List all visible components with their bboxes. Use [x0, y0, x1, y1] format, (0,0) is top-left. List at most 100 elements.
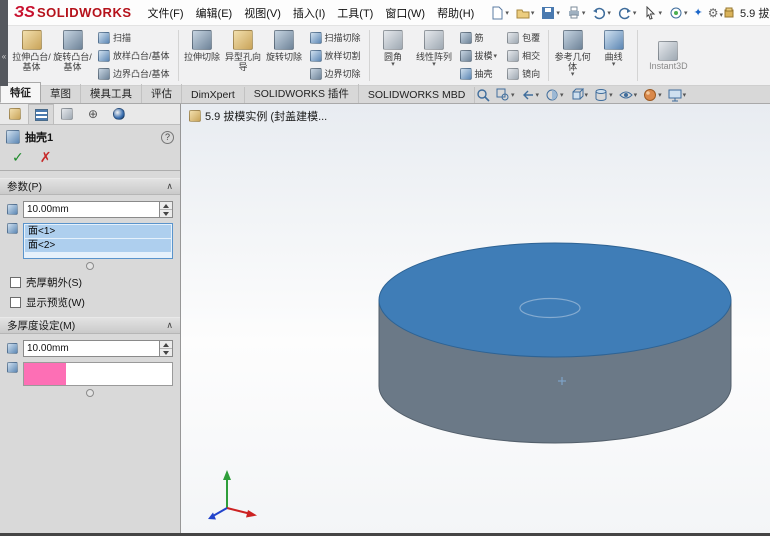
open-document-button[interactable] — [516, 6, 535, 20]
fillet-icon — [383, 30, 404, 50]
menu-insert[interactable]: 插入(I) — [287, 0, 331, 26]
show-preview-row[interactable]: 显示预览(W) — [10, 295, 170, 310]
thickness-step-down[interactable] — [160, 210, 172, 217]
cancel-button[interactable]: ✗ — [40, 149, 52, 166]
menu-window[interactable]: 窗口(W) — [379, 0, 431, 26]
intersect-button[interactable]: 相交 — [504, 47, 543, 65]
zoom-fit-icon[interactable] — [476, 88, 490, 102]
multi-thickness-section-label: 多厚度设定(M) — [7, 320, 76, 332]
view-orientation-icon[interactable] — [570, 88, 589, 102]
display-manager-tab[interactable] — [106, 104, 132, 124]
faces-selection-list[interactable]: 面<1> 面<2> — [23, 223, 173, 259]
modify-tools-stack: 包覆 相交 镜向 — [502, 26, 545, 85]
section-view-icon[interactable] — [545, 88, 564, 102]
rib-icon — [459, 31, 472, 44]
print-button[interactable] — [567, 6, 586, 20]
help-icon[interactable]: ? — [161, 130, 174, 144]
tab-evaluate[interactable]: 评估 — [142, 84, 182, 103]
boundary-boss-label: 边界凸台/基体 — [113, 69, 170, 79]
feature-manager-tab[interactable] — [2, 104, 28, 124]
zoom-area-icon[interactable] — [496, 88, 515, 102]
configuration-manager-tab[interactable] — [54, 104, 80, 124]
shell-outward-checkbox[interactable] — [10, 277, 21, 288]
boundary-boss-button[interactable]: 边界凸台/基体 — [95, 65, 173, 83]
dimxpert-manager-tab[interactable]: ⊕ — [80, 104, 106, 124]
reference-geometry-button[interactable]: 参考几何体 — [552, 26, 593, 85]
apply-scene-icon[interactable] — [668, 88, 687, 102]
pin-icon[interactable]: ✦ — [693, 6, 702, 19]
graphics-area[interactable]: 5.9 拔模实例 (封盖建模... — [181, 104, 770, 533]
tab-solidworks-addins[interactable]: SOLIDWORKS 插件 — [245, 84, 359, 103]
instant3d-button[interactable]: Instant3D — [641, 26, 696, 85]
reference-triad — [208, 470, 257, 520]
swept-cut-button[interactable]: 扫描切除 — [307, 29, 364, 47]
property-manager-panel: ⊕ 抽壳1 ? ✓ ✗ 参数(P) ∧ 10.00mm 面<1> 面<2> 壳厚… — [0, 104, 181, 533]
shell-outward-row[interactable]: 壳厚朝外(S) — [10, 275, 170, 290]
previous-view-icon[interactable] — [521, 88, 540, 102]
confirm-row: ✓ ✗ — [0, 148, 180, 171]
redo-button[interactable] — [618, 6, 637, 20]
solidworks-logo-mark: ЗS — [14, 3, 35, 21]
linear-pattern-button[interactable]: 线性阵列 — [414, 26, 455, 85]
swept-boss-button[interactable]: 扫描 — [95, 29, 173, 47]
fillet-button[interactable]: 圆角 — [373, 26, 414, 85]
collapse-panel-icon[interactable]: « — [0, 52, 8, 61]
tab-dimxpert[interactable]: DimXpert — [182, 87, 245, 103]
extrude-cut-icon — [192, 30, 213, 50]
loft-cut-button[interactable]: 放样切割 — [307, 47, 364, 65]
ok-button[interactable]: ✓ — [12, 149, 24, 166]
wrap-button[interactable]: 包覆 — [504, 29, 543, 47]
hole-wizard-button[interactable]: 异型孔向导 — [223, 26, 264, 85]
extrude-cut-button[interactable]: 拉伸切除 — [182, 26, 223, 85]
multi-thickness-step-down[interactable] — [160, 349, 172, 356]
show-preview-checkbox[interactable] — [10, 297, 21, 308]
face-list-item[interactable]: 面<1> — [25, 225, 171, 238]
ribbon-separator — [368, 30, 370, 81]
select-tool-button[interactable] — [643, 5, 662, 20]
tab-solidworks-mbd[interactable]: SOLIDWORKS MBD — [359, 87, 476, 103]
model-top-face[interactable] — [378, 242, 732, 358]
shell-button[interactable]: 抽壳 — [457, 65, 501, 83]
property-manager-tab[interactable] — [28, 104, 54, 124]
chevron-up-icon: ∧ — [166, 181, 173, 191]
options-gear-icon[interactable]: ⚙ — [708, 6, 723, 20]
mirror-button[interactable]: 镜向 — [504, 65, 543, 83]
list-resize-handle[interactable] — [86, 262, 94, 270]
tab-sketch[interactable]: 草图 — [41, 84, 81, 103]
multi-thickness-input[interactable]: 10.00mm — [23, 340, 160, 357]
solidworks-logo-text: SOLIDWORKS — [36, 4, 132, 20]
menu-view[interactable]: 视图(V) — [238, 0, 287, 26]
parameters-section-header[interactable]: 参数(P) ∧ — [0, 178, 180, 195]
hide-show-items-icon[interactable] — [618, 88, 638, 102]
tab-mold-tools[interactable]: 模具工具 — [81, 84, 142, 103]
thickness-input[interactable]: 10.00mm — [23, 201, 160, 218]
save-button[interactable] — [541, 6, 560, 20]
list-resize-handle[interactable] — [86, 389, 94, 397]
linear-pattern-label: 线性阵列 — [416, 52, 453, 62]
rebuild-button[interactable] — [669, 6, 688, 20]
multi-thickness-step-up[interactable] — [160, 341, 172, 349]
menu-help[interactable]: 帮助(H) — [431, 0, 480, 26]
curves-button[interactable]: 曲线 — [593, 26, 634, 85]
draft-button[interactable]: 拔模 — [457, 47, 501, 65]
display-style-icon[interactable] — [594, 88, 613, 102]
menu-edit[interactable]: 编辑(E) — [190, 0, 239, 26]
revolve-cut-button[interactable]: 旋转切除 — [264, 26, 305, 85]
feature-tree-root[interactable]: 5.9 拔模实例 (封盖建模... — [189, 108, 327, 124]
boundary-cut-button[interactable]: 边界切除 — [307, 65, 364, 83]
face-list-item[interactable]: 面<2> — [25, 239, 171, 252]
extrude-boss-button[interactable]: 拉伸凸台/基体 — [11, 26, 52, 85]
menu-tools[interactable]: 工具(T) — [331, 0, 379, 26]
revolve-boss-button[interactable]: 旋转凸台/基体 — [52, 26, 93, 85]
feature-tree-root-label: 5.9 拔模实例 (封盖建模... — [205, 111, 328, 123]
thickness-step-up[interactable] — [160, 202, 172, 210]
multi-thickness-faces-selection[interactable] — [23, 362, 173, 386]
edit-appearance-icon[interactable] — [643, 88, 662, 102]
menu-file[interactable]: 文件(F) — [142, 0, 190, 26]
mirror-label: 镜向 — [522, 69, 541, 79]
loft-boss-button[interactable]: 放样凸台/基体 — [95, 47, 173, 65]
rib-button[interactable]: 筋 — [457, 29, 501, 47]
new-document-button[interactable] — [490, 6, 509, 20]
undo-button[interactable] — [592, 6, 611, 20]
multi-thickness-section-header[interactable]: 多厚度设定(M) ∧ — [0, 317, 180, 334]
